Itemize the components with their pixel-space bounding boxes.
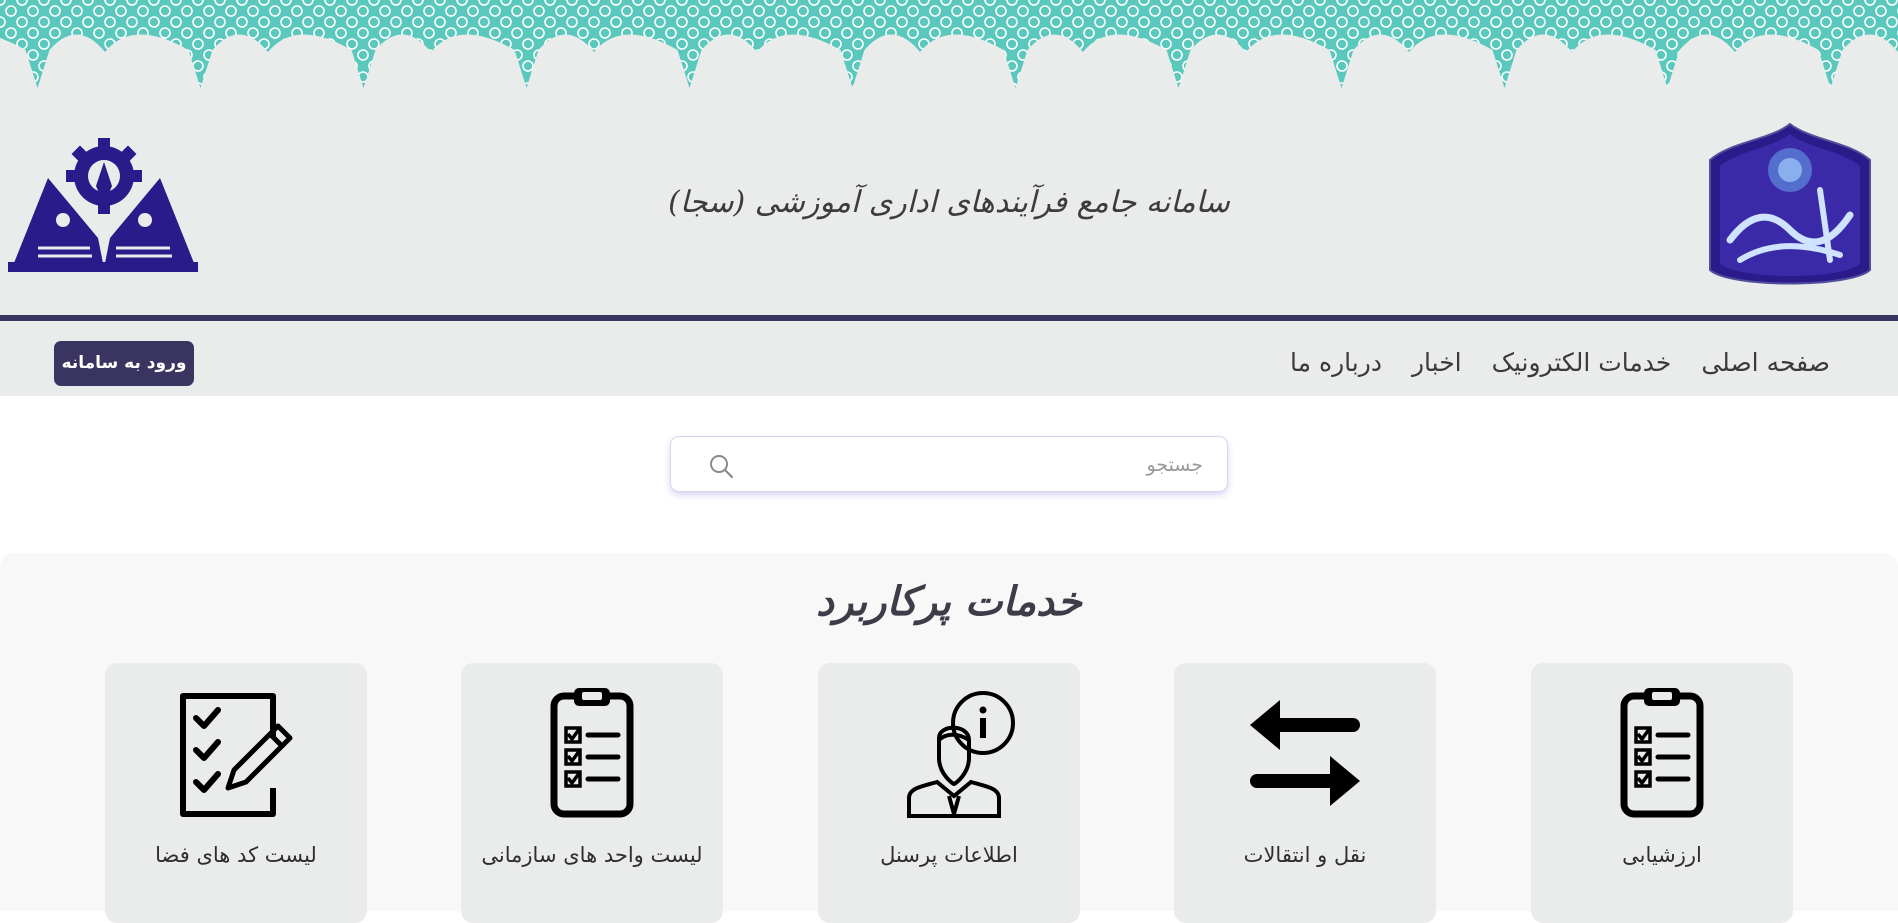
service-card-label: ارزشیابی	[1622, 843, 1702, 867]
search-icon[interactable]	[708, 453, 734, 479]
search-input[interactable]	[751, 447, 1223, 483]
login-button[interactable]: ورود به سامانه	[54, 341, 194, 386]
nav-about-link[interactable]: درباره ما	[1290, 348, 1382, 377]
main-nav-menu: صفحه اصلی خدمات الکترونیک اخبار درباره م…	[1290, 340, 1830, 384]
service-card-transfers[interactable]: نقل و انتقالات	[1174, 663, 1436, 923]
decorative-pattern-band	[0, 0, 1898, 88]
site-title: سامانه جامع فرآیندهای اداری آموزشی (سجا)	[668, 185, 1230, 220]
service-card-label: لیست واحد های سازمانی	[481, 843, 703, 867]
clipboard-checklist-icon	[1620, 688, 1704, 818]
section-title: خدمات پرکاربرد	[816, 578, 1082, 625]
service-card-label: نقل و انتقالات	[1243, 843, 1367, 867]
service-card-org-units-list[interactable]: لیست واحد های سازمانی	[461, 663, 723, 923]
nav-e-services-link[interactable]: خدمات الکترونیک	[1492, 348, 1672, 377]
service-card-space-codes-list[interactable]: لیست کد های فضا	[105, 663, 367, 923]
nav-news-link[interactable]: اخبار	[1412, 348, 1462, 377]
search-box	[670, 436, 1228, 492]
nav-home-link[interactable]: صفحه اصلی	[1701, 348, 1830, 377]
service-card-evaluation[interactable]: ارزشیابی	[1531, 663, 1793, 923]
service-card-label: لیست کد های فضا	[155, 843, 317, 867]
service-card-label: اطلاعات پرسنل	[880, 843, 1018, 867]
checklist-pencil-icon	[180, 693, 293, 817]
clipboard-checklist-icon	[550, 688, 634, 818]
service-card-personnel-info[interactable]: اطلاعات پرسنل	[818, 663, 1080, 923]
personnel-info-icon	[907, 691, 1015, 818]
transfer-arrows-icon	[1250, 700, 1360, 806]
